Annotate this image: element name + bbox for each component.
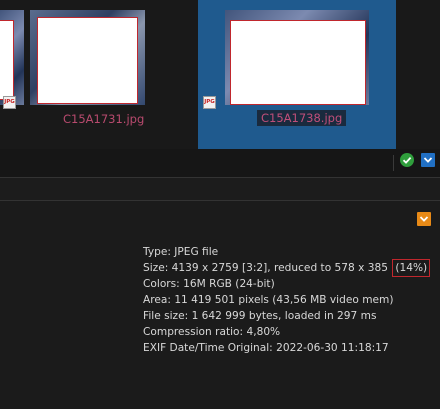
checkmark-circle-icon[interactable] xyxy=(400,153,414,167)
thumbnail-image xyxy=(30,10,145,105)
file-info-text: Type: JPEG file Size: 4139 x 2759 [3:2],… xyxy=(143,244,431,356)
redaction-box xyxy=(0,20,14,100)
redaction-box xyxy=(37,17,138,104)
thumbnail-item-selected[interactable]: JPG C15A1738.jpg xyxy=(198,0,396,149)
info-file-size: File size: 1 642 999 bytes, loaded in 29… xyxy=(143,310,377,322)
thumbnail-image xyxy=(225,10,369,105)
thumbnail-strip: JPG C15A1731.jpg JPG C15A1738.jpg xyxy=(0,0,440,149)
jpg-file-icon: JPG xyxy=(3,96,16,109)
thumbnail-partial[interactable] xyxy=(0,0,30,149)
thumbnail-item[interactable]: JPG C15A1731.jpg xyxy=(3,0,196,149)
info-size-text: Size: 4139 x 2759 [3:2], reduced to 578 … xyxy=(143,262,392,274)
jpg-file-icon: JPG xyxy=(203,96,216,109)
info-type: Type: JPEG file xyxy=(143,246,219,258)
chevron-down-icon[interactable] xyxy=(421,153,435,167)
toolbar-divider xyxy=(393,155,394,171)
chevron-down-icon[interactable] xyxy=(417,212,431,226)
toolbar xyxy=(0,149,440,177)
zoom-percent-highlight: (14%) xyxy=(392,259,431,277)
thumbnail-filename[interactable]: C15A1738.jpg xyxy=(257,110,347,126)
thumbnail-image xyxy=(0,10,24,105)
info-exif-date: EXIF Date/Time Original: 2022-06-30 11:1… xyxy=(143,342,389,354)
info-size: Size: 4139 x 2759 [3:2], reduced to 578 … xyxy=(143,259,431,277)
panel-header xyxy=(0,178,440,200)
info-area: Area: 11 419 501 pixels (43,56 MB video … xyxy=(143,294,394,306)
info-compression: Compression ratio: 4,80% xyxy=(143,326,281,338)
thumbnail-filename[interactable]: C15A1731.jpg xyxy=(63,112,144,126)
info-colors: Colors: 16M RGB (24-bit) xyxy=(143,278,275,290)
redaction-box xyxy=(230,20,366,105)
